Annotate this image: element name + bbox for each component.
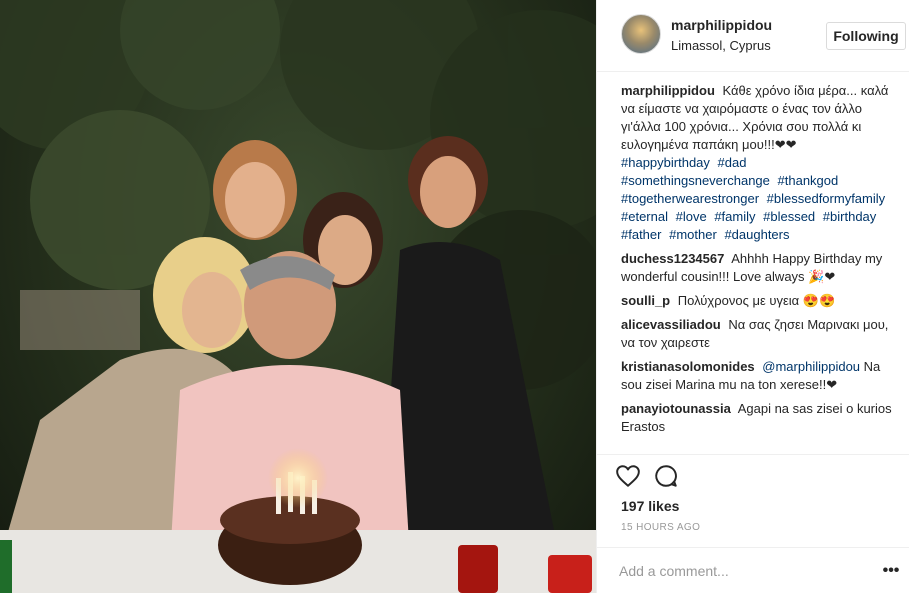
instagram-post: marphilippidou Limassol, Cyprus Followin… (0, 0, 909, 593)
hashtag-link[interactable]: #somethingsneverchange (621, 173, 770, 188)
more-options-button[interactable]: ••• (881, 560, 901, 582)
hashtag-link[interactable]: #birthday (823, 209, 876, 224)
list-item: duchess1234567 Ahhhh Happy Birthday my w… (621, 250, 896, 286)
comment-username[interactable]: kristianasolomonides (621, 359, 755, 374)
hashtag-link[interactable]: #family (714, 209, 755, 224)
comments-list[interactable]: marphilippidou Κάθε χρόνο ίδια μέρα... κ… (597, 82, 909, 454)
hashtag-link[interactable]: #dad (718, 155, 747, 170)
comment-mention[interactable]: @marphilippidou (762, 359, 860, 374)
heart-icon[interactable] (615, 463, 641, 489)
comment-text: Πολύχρονος με υγεια 😍😍 (677, 293, 836, 308)
following-button[interactable]: Following (826, 22, 906, 50)
hashtag-link[interactable]: #love (676, 209, 707, 224)
post-timestamp[interactable]: 15 HOURS AGO (621, 522, 700, 533)
post-location[interactable]: Limassol, Cyprus (671, 38, 771, 53)
hashtag-link[interactable]: #eternal (621, 209, 668, 224)
post-photo[interactable] (0, 0, 596, 593)
comment-username[interactable]: soulli_p (621, 293, 670, 308)
owner-username[interactable]: marphilippidou (671, 17, 772, 33)
add-comment-bar: ••• (597, 547, 909, 593)
hashtag-link[interactable]: #happybirthday (621, 155, 710, 170)
birthday-family-photo (0, 0, 596, 593)
hashtag-link[interactable]: #father (621, 227, 661, 242)
post-actions: 197 likes 15 HOURS AGO (597, 454, 909, 533)
list-item: alicevassiliadou Να σας ζησει Μαρινακι μ… (621, 316, 896, 352)
comment-username[interactable]: panayiotounassia (621, 401, 731, 416)
avatar[interactable] (621, 14, 661, 54)
list-item: kristianasolomonides @marphilippidou Na … (621, 358, 896, 394)
comment-input[interactable] (619, 560, 859, 582)
post-header: marphilippidou Limassol, Cyprus Followin… (597, 0, 909, 72)
likes-count[interactable]: 197 likes (621, 498, 679, 514)
caption-username[interactable]: marphilippidou (621, 83, 715, 98)
list-item: panayiotounassia Agapi na sas zisei o ku… (621, 400, 896, 436)
comment-username[interactable]: alicevassiliadou (621, 317, 721, 332)
hashtag-link[interactable]: #blessedformyfamily (767, 191, 886, 206)
comment-username[interactable]: duchess1234567 (621, 251, 724, 266)
comment-icon[interactable] (653, 463, 679, 489)
post-side-panel: marphilippidou Limassol, Cyprus Followin… (596, 0, 909, 593)
hashtag-link[interactable]: #daughters (724, 227, 789, 242)
hashtag-link[interactable]: #togetherwearestronger (621, 191, 759, 206)
caption-hashtags: #happybirthday #dad #somethingsneverchan… (621, 154, 896, 244)
list-item: soulli_p Πολύχρονος με υγεια 😍😍 (621, 292, 896, 310)
action-icons (615, 463, 679, 489)
hashtag-link[interactable]: #mother (669, 227, 717, 242)
hashtag-link[interactable]: #blessed (763, 209, 815, 224)
caption: marphilippidou Κάθε χρόνο ίδια μέρα... κ… (621, 82, 896, 244)
hashtag-link[interactable]: #thankgod (778, 173, 839, 188)
